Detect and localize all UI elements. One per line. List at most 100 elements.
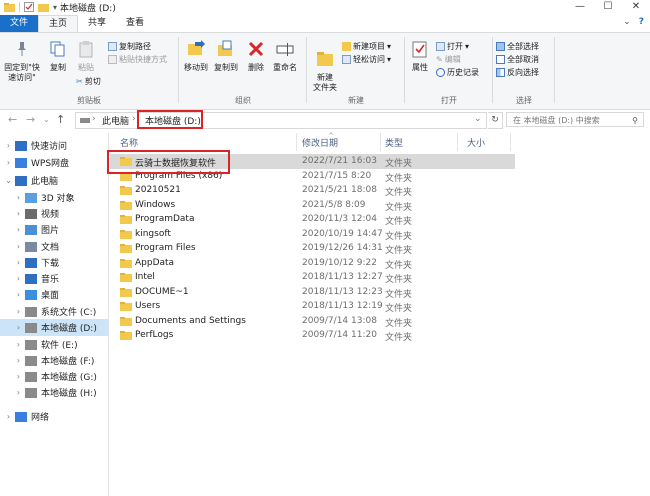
select-all-button[interactable]: 全部选择: [496, 41, 539, 52]
file-row[interactable]: AppData 2019/10/12 9:22 文件夹: [110, 256, 515, 271]
nav-item[interactable]: › 本地磁盘 (D:): [0, 319, 108, 336]
tab-share[interactable]: 共享: [78, 15, 116, 32]
help-icon[interactable]: ?: [639, 17, 644, 27]
rename-button[interactable]: 重命名: [270, 38, 300, 73]
chevron-icon[interactable]: ›: [14, 258, 23, 267]
chevron-icon[interactable]: ›: [14, 323, 23, 332]
nav-item[interactable]: › 音乐: [0, 270, 108, 287]
minimize-button[interactable]: —: [566, 0, 594, 14]
new-folder-icon[interactable]: [38, 2, 49, 12]
file-row[interactable]: kingsoft 2020/10/19 14:47 文件夹: [110, 227, 515, 242]
search-input[interactable]: 在 本地磁盘 (D:) 中搜索 ⚲: [506, 112, 644, 127]
file-row[interactable]: 20210521 2021/5/21 18:08 文件夹: [110, 183, 515, 198]
maximize-button[interactable]: ☐: [594, 0, 622, 14]
up-arrow-icon[interactable]: ↑: [56, 113, 65, 126]
chevron-icon[interactable]: ›: [14, 307, 23, 316]
chevron-icon[interactable]: ⌄: [4, 176, 13, 185]
close-button[interactable]: ✕: [622, 0, 650, 14]
breadcrumb-this-pc[interactable]: 此电脑: [102, 114, 129, 127]
chevron-icon[interactable]: ›: [14, 274, 23, 283]
nav-item[interactable]: › 3D 对象: [0, 189, 108, 206]
column-date[interactable]: 修改日期: [302, 136, 338, 149]
paste-button[interactable]: 粘贴: [74, 38, 98, 73]
chevron-icon[interactable]: ›: [14, 242, 23, 251]
move-to-button[interactable]: 移动到: [182, 38, 210, 73]
column-type[interactable]: 类型: [385, 136, 403, 149]
nav-item-label: 桌面: [41, 291, 60, 301]
chevron-icon[interactable]: ›: [14, 209, 23, 218]
properties-button[interactable]: 属性: [408, 38, 432, 73]
nav-item[interactable]: › 本地磁盘 (G:): [0, 368, 108, 385]
divider[interactable]: [380, 133, 381, 151]
tab-home[interactable]: 主页: [38, 15, 79, 32]
chevron-icon[interactable]: ›: [14, 388, 23, 397]
divider[interactable]: [457, 133, 458, 151]
copy-button[interactable]: 复制: [46, 38, 70, 73]
file-row[interactable]: PerfLogs 2009/7/14 11:20 文件夹: [110, 328, 515, 343]
divider[interactable]: [510, 133, 511, 151]
file-row[interactable]: DOCUME~1 2018/11/13 12:23 文件夹: [110, 285, 515, 300]
new-folder-button[interactable]: 新建 文件夹: [310, 38, 340, 103]
file-row[interactable]: Intel 2018/11/13 12:27 文件夹: [110, 270, 515, 285]
select-none-button[interactable]: 全部取消: [496, 54, 539, 65]
chevron-icon[interactable]: ›: [14, 193, 23, 202]
nav-icon: [15, 140, 27, 151]
nav-item[interactable]: › 文档: [0, 238, 108, 255]
file-date: 2020/11/3 12:04: [302, 214, 377, 224]
nav-item[interactable]: › 本地磁盘 (F:): [0, 352, 108, 369]
new-item-button[interactable]: 新建项目 ▾: [342, 41, 391, 52]
nav-item[interactable]: › 网络: [0, 408, 108, 425]
chevron-down-icon[interactable]: ⌄: [474, 114, 482, 124]
copy-to-button[interactable]: 复制到: [212, 38, 240, 73]
column-size[interactable]: 大小: [467, 136, 485, 149]
paste-shortcut-button[interactable]: 粘贴快捷方式: [108, 54, 167, 65]
properties-check-icon[interactable]: [24, 2, 34, 12]
copy-path-icon: [108, 42, 117, 51]
nav-item[interactable]: ⌄ 此电脑: [0, 172, 108, 189]
invert-selection-button[interactable]: 反向选择: [496, 67, 539, 78]
forward-arrow-icon[interactable]: →: [26, 113, 35, 126]
nav-item[interactable]: › 图片: [0, 221, 108, 238]
delete-button[interactable]: 删除: [246, 38, 266, 73]
refresh-button[interactable]: ↻: [488, 112, 503, 129]
nav-item[interactable]: › WPS网盘: [0, 154, 108, 171]
history-button[interactable]: 历史记录: [436, 67, 479, 78]
nav-item[interactable]: › 视频: [0, 205, 108, 222]
pane-divider[interactable]: [108, 133, 109, 496]
file-row[interactable]: Documents and Settings 2009/7/14 13:08 文件夹: [110, 314, 515, 329]
file-row[interactable]: Users 2018/11/13 12:19 文件夹: [110, 299, 515, 314]
nav-item[interactable]: › 桌面: [0, 286, 108, 303]
chevron-icon[interactable]: ›: [14, 290, 23, 299]
nav-item[interactable]: › 软件 (E:): [0, 336, 108, 353]
chevron-icon[interactable]: ›: [14, 225, 23, 234]
chevron-icon[interactable]: ›: [14, 356, 23, 365]
chevron-down-icon[interactable]: ▾: [53, 3, 57, 12]
chevron-down-icon[interactable]: ⌄: [43, 115, 50, 124]
tab-view[interactable]: 查看: [116, 15, 154, 32]
pin-to-quick-access-button[interactable]: 固定到"快速访问": [2, 38, 42, 83]
open-button[interactable]: 打开 ▾: [436, 41, 469, 52]
group-label-clipboard: 剪贴板: [77, 96, 101, 105]
chevron-down-icon[interactable]: ⌄: [623, 17, 631, 27]
column-name[interactable]: 名称: [120, 136, 138, 149]
file-row[interactable]: Windows 2021/5/8 8:09 文件夹: [110, 198, 515, 213]
cut-button[interactable]: ✂ 剪切: [76, 76, 101, 87]
file-row[interactable]: ProgramData 2020/11/3 12:04 文件夹: [110, 212, 515, 227]
tab-file[interactable]: 文件: [0, 15, 39, 32]
divider[interactable]: [296, 133, 297, 151]
nav-item[interactable]: › 下载: [0, 254, 108, 271]
file-row[interactable]: Program Files 2019/12/26 14:31 文件夹: [110, 241, 515, 256]
back-arrow-icon[interactable]: ←: [8, 113, 17, 126]
nav-item[interactable]: › 本地磁盘 (H:): [0, 384, 108, 401]
easy-access-button[interactable]: 轻松访问 ▾: [342, 54, 391, 65]
chevron-icon[interactable]: ›: [4, 141, 13, 150]
move-to-label: 移动到: [184, 63, 208, 72]
chevron-icon[interactable]: ›: [4, 158, 13, 167]
chevron-icon[interactable]: ›: [14, 372, 23, 381]
copy-path-button[interactable]: 复制路径: [108, 41, 151, 52]
nav-item[interactable]: › 系统文件 (C:): [0, 303, 108, 320]
nav-item[interactable]: › 快速访问: [0, 137, 108, 154]
chevron-icon[interactable]: ›: [4, 412, 13, 421]
chevron-icon[interactable]: ›: [14, 340, 23, 349]
edit-button[interactable]: ✎ 编辑: [436, 54, 461, 65]
